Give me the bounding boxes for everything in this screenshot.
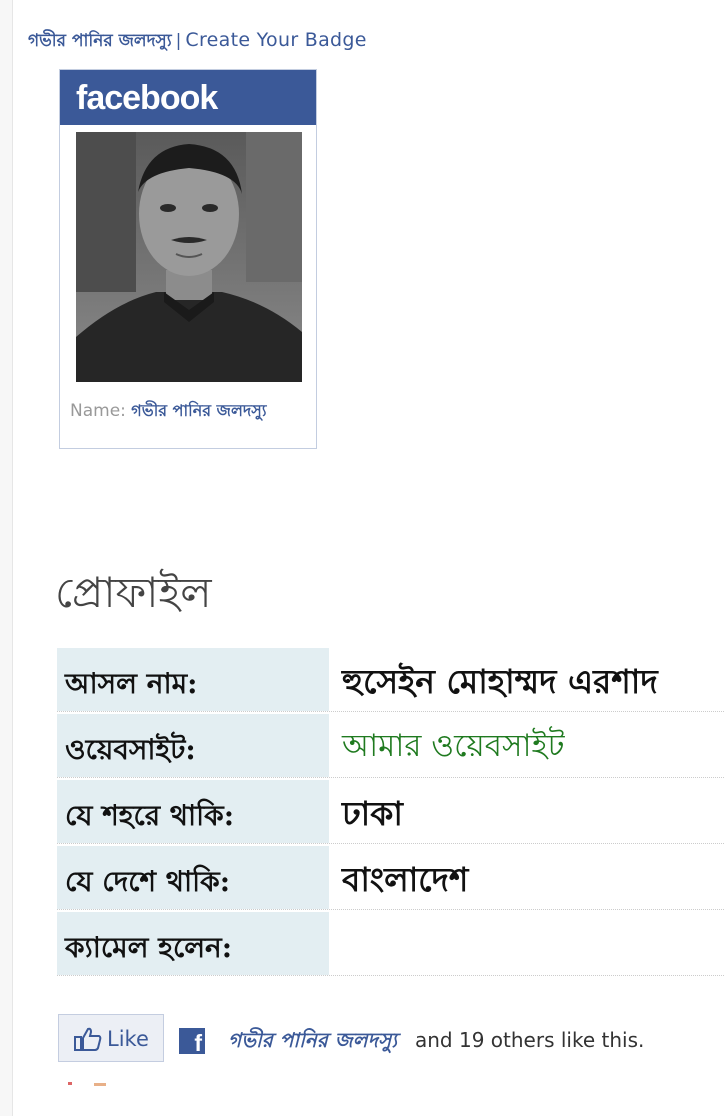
facebook-badge: facebook Name: গভীর পানির জলদস্যু <box>59 69 317 449</box>
row-value: ঢাকা <box>342 794 403 833</box>
row-label-cell: আসল নাম: <box>57 648 329 711</box>
row-label-cell: ক্যামেল হলেন: <box>57 912 329 975</box>
row-value: বাংলাদেশ <box>342 860 469 899</box>
profile-row-camel: ক্যামেল হলেন: <box>57 912 724 976</box>
row-label: ক্যামেল হলেন: <box>65 931 233 964</box>
row-label-cell: যে দেশে থাকি: <box>57 846 329 909</box>
row-value: হুসেইন মোহাম্মদ এরশাদ <box>342 662 658 701</box>
badge-header[interactable]: facebook <box>60 70 316 125</box>
profile-title: প্রোফাইল <box>55 568 212 617</box>
create-badge-link[interactable]: Create Your Badge <box>185 29 366 51</box>
artifact-mark <box>68 1082 72 1085</box>
row-label: যে দেশে থাকি: <box>65 865 231 898</box>
row-label: যে শহরে থাকি: <box>65 799 235 832</box>
badge-header-line: গভীর পানির জলদস্যু | Create Your Badge <box>28 28 367 56</box>
liker-name-link[interactable]: গভীর পানির জলদস্যু <box>228 1026 397 1059</box>
like-count-text: and 19 others like this. <box>415 1028 645 1052</box>
row-label: ওয়েবসাইট: <box>65 733 196 766</box>
name-label: Name: <box>70 401 126 421</box>
person-photo-icon <box>76 132 302 382</box>
row-label-cell: ওয়েবসাইট: <box>57 714 329 777</box>
row-label: আসল নাম: <box>65 667 198 700</box>
website-link[interactable]: আমার ওয়েবসাইট <box>342 722 565 774</box>
profile-row-website: ওয়েবসাইট: আমার ওয়েবসাইট <box>57 714 724 778</box>
profile-row-real-name: আসল নাম: হুসেইন মোহাম্মদ এরশাদ <box>57 648 724 712</box>
profile-row-city: যে শহরে থাকি: ঢাকা <box>57 780 724 844</box>
artifact-mark <box>94 1083 106 1086</box>
facebook-icon[interactable]: f <box>179 1028 205 1056</box>
profile-name-link[interactable]: গভীর পানির জলদস্যু <box>28 31 172 51</box>
facebook-logo[interactable]: facebook <box>76 79 218 118</box>
separator: | <box>175 31 182 51</box>
profile-row-country: যে দেশে থাকি: বাংলাদেশ <box>57 846 724 910</box>
row-label-cell: যে শহরে থাকি: <box>57 780 329 843</box>
like-button[interactable]: Like <box>58 1014 164 1062</box>
like-label: Like <box>107 1027 149 1051</box>
profile-photo[interactable] <box>76 132 302 382</box>
badge-name-line: Name: গভীর পানির জলদস্যু <box>70 398 267 425</box>
like-bar: Like f গভীর পানির জলদস্যু and 19 others … <box>58 1014 724 1064</box>
badge-name-link[interactable]: গভীর পানির জলদস্যু <box>131 401 266 420</box>
thumbs-up-icon <box>74 1027 102 1051</box>
